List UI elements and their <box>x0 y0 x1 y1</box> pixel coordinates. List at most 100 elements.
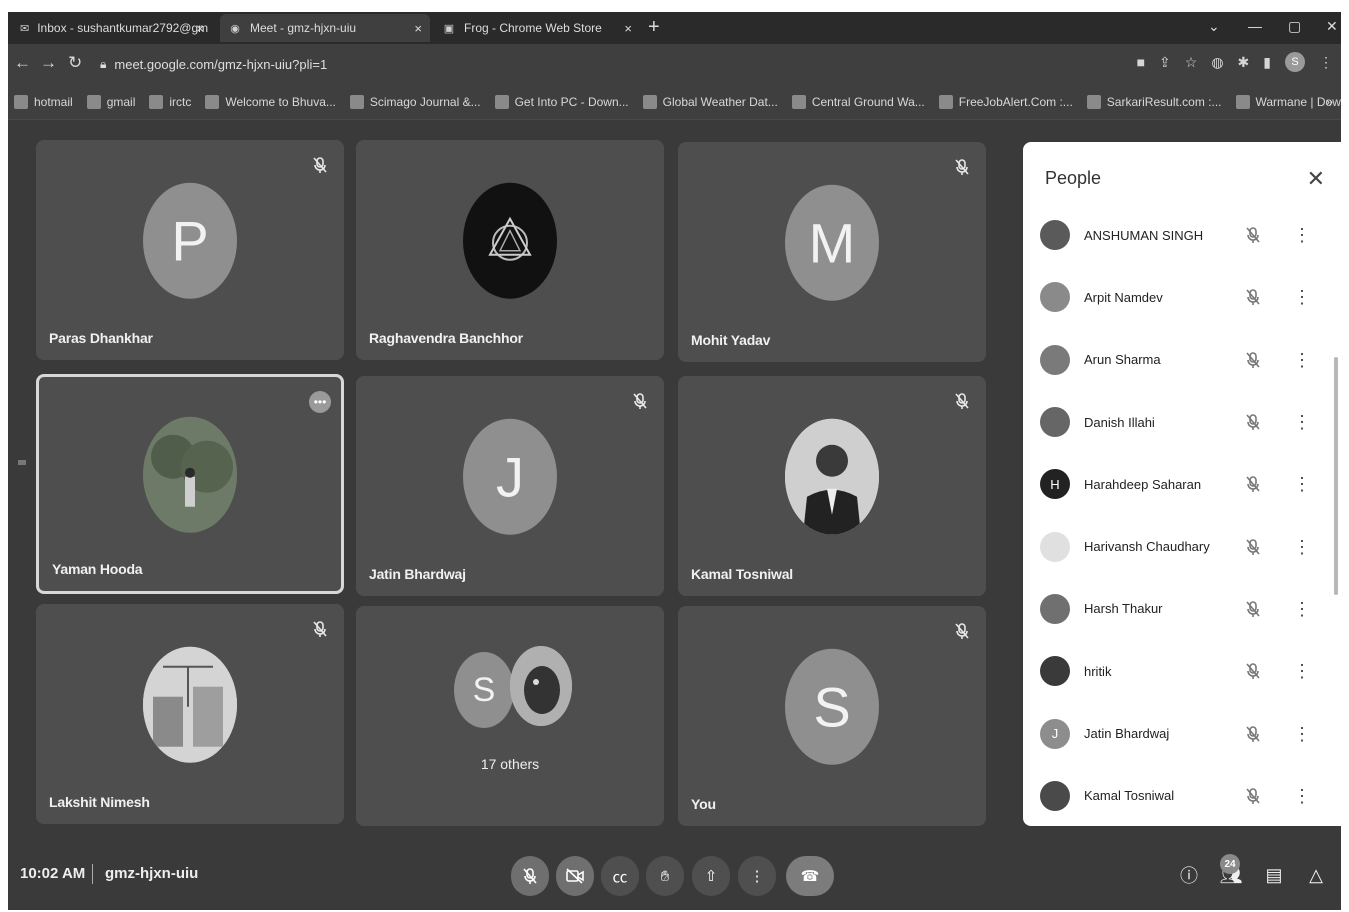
participant-tile[interactable]: J Jatin Bhardwaj <box>356 376 664 596</box>
activities-icon[interactable]: △ <box>1303 862 1329 888</box>
tab-close-icon[interactable]: × <box>624 21 632 36</box>
participant-row[interactable]: Arun Sharma ⋮ <box>1023 329 1341 391</box>
tab-title: Frog - Chrome Web Store <box>464 21 602 35</box>
self-tile[interactable]: S You <box>678 606 986 826</box>
bookmark-item[interactable]: gmail <box>86 94 135 109</box>
participant-tile[interactable]: Lakshit Nimesh <box>36 604 344 824</box>
side-panel-icon[interactable]: ▮ <box>1263 54 1271 71</box>
participant-row[interactable]: Harsh Thakur ⋮ <box>1023 578 1341 640</box>
others-tile[interactable]: S 17 others <box>356 606 664 826</box>
participant-row[interactable]: Arpit Namdev ⋮ <box>1023 266 1341 328</box>
more-options-icon[interactable]: ⋮ <box>1293 475 1311 493</box>
forward-icon[interactable]: → <box>40 53 57 73</box>
more-vert-icon: ⋮ <box>749 868 765 885</box>
end-call-icon: ☎︎ <box>800 868 820 885</box>
panel-scrollbar[interactable] <box>1334 357 1338 595</box>
more-options-icon[interactable]: ⋮ <box>1293 662 1311 680</box>
close-panel-icon[interactable]: ✕ <box>1307 166 1325 192</box>
avatar-photo <box>143 646 237 763</box>
person-photo-icon <box>785 418 879 535</box>
bookmark-icon <box>791 94 806 109</box>
mic-toggle-button[interactable] <box>511 856 549 896</box>
participant-name: Paras Dhankhar <box>49 330 153 346</box>
bookmark-star-icon[interactable]: ☆ <box>1185 54 1198 71</box>
tab-close-icon[interactable]: × <box>196 21 204 36</box>
more-options-icon[interactable]: ⋮ <box>1293 725 1311 743</box>
address-bar[interactable]: 🔒︎ meet.google.com/gmz-hjxn-uiu?pli=1 <box>100 51 1110 77</box>
present-screen-button[interactable]: ⇧ <box>692 856 730 896</box>
captions-button[interactable]: ㏄ <box>601 856 639 896</box>
tab-strip: ✉ Inbox - sushantkumar2792@gm × ◉ Meet -… <box>8 12 1341 44</box>
menu-kebab-icon[interactable]: ⋮ <box>1319 54 1333 71</box>
camera-permission-icon[interactable]: ■ <box>1137 54 1145 70</box>
bookmark-item[interactable]: FreeJobAlert.Com :... <box>938 94 1073 109</box>
participant-row[interactable]: Harivansh Chaudhary ⋮ <box>1023 515 1341 577</box>
participant-tile[interactable]: Kamal Tosniwal <box>678 376 986 596</box>
participant-tile[interactable]: P Paras Dhankhar <box>36 140 344 360</box>
share-icon[interactable]: ⇪ <box>1159 54 1171 71</box>
hand-icon: ✋︎ <box>660 867 670 885</box>
participant-row[interactable]: Kamal Tosniwal ⋮ <box>1023 765 1341 826</box>
more-options-icon[interactable]: ••• <box>309 391 331 413</box>
chat-icon[interactable]: ▤ <box>1261 862 1287 888</box>
participant-row[interactable]: ANSHUMAN SINGH ⋮ <box>1023 204 1341 266</box>
mic-off-icon <box>1246 227 1260 244</box>
side-handle[interactable] <box>18 460 26 465</box>
more-options-icon[interactable]: ⋮ <box>1293 600 1311 618</box>
bookmark-item[interactable]: irctc <box>149 94 191 109</box>
leave-call-button[interactable]: ☎︎ <box>786 856 834 896</box>
tab-meet[interactable]: ◉ Meet - gmz-hjxn-uiu × <box>220 14 430 42</box>
info-icon[interactable]: ⓘ <box>1176 862 1202 888</box>
maximize-icon[interactable]: ▢ <box>1288 18 1301 35</box>
extension-icon[interactable]: ◍ <box>1211 54 1223 71</box>
avatar <box>1040 344 1070 375</box>
participant-tile-pinned[interactable]: ••• Yaman Hooda <box>36 374 344 594</box>
bookmark-item[interactable]: Global Weather Dat... <box>642 94 778 109</box>
participant-row[interactable]: H Harahdeep Saharan ⋮ <box>1023 453 1341 515</box>
participant-name: Jatin Bhardwaj <box>369 566 466 582</box>
tab-close-icon[interactable]: × <box>414 21 422 36</box>
bookmark-icon <box>1086 94 1101 109</box>
more-options-icon[interactable]: ⋮ <box>1293 226 1311 244</box>
minimize-icon[interactable]: — <box>1248 18 1262 34</box>
more-options-icon[interactable]: ⋮ <box>1293 413 1311 431</box>
bookmark-item[interactable]: Welcome to Bhuva... <box>205 94 336 109</box>
more-options-button[interactable]: ⋮ <box>738 856 776 896</box>
avatar <box>1040 407 1070 438</box>
avatar: S <box>785 648 879 765</box>
mic-off-icon <box>1246 476 1260 493</box>
tab-inbox[interactable]: ✉ Inbox - sushantkumar2792@gm × <box>12 14 212 42</box>
participant-name: Jatin Bhardwaj <box>1084 726 1170 742</box>
close-window-icon[interactable]: ✕ <box>1326 18 1338 35</box>
bookmarks-bar: hotmail gmail irctc Welcome to Bhuva... … <box>8 84 1341 120</box>
participant-tile[interactable]: M Mohit Yadav <box>678 142 986 362</box>
camera-toggle-button[interactable] <box>556 856 594 896</box>
mic-off-icon <box>523 868 537 884</box>
participant-row[interactable]: Danish Illahi ⋮ <box>1023 391 1341 453</box>
extensions-puzzle-icon[interactable]: ✱ <box>1238 54 1250 71</box>
bookmark-item[interactable]: SarkariResult.com :... <box>1086 94 1222 109</box>
mic-off-icon <box>1246 601 1260 617</box>
more-options-icon[interactable]: ⋮ <box>1293 787 1311 805</box>
profile-avatar[interactable]: S <box>1285 52 1305 72</box>
bookmark-item[interactable]: Get Into PC - Down... <box>494 94 629 109</box>
bookmark-item[interactable]: Central Ground Wa... <box>791 94 925 109</box>
more-options-icon[interactable]: ⋮ <box>1293 351 1311 369</box>
bookmark-item[interactable]: hotmail <box>14 94 73 109</box>
mic-off-icon <box>1246 725 1260 742</box>
mic-off-icon <box>955 159 969 175</box>
raise-hand-button[interactable]: ✋︎ <box>646 856 684 896</box>
reload-icon[interactable]: ↻ <box>68 53 82 73</box>
back-icon[interactable]: ← <box>14 53 31 73</box>
participant-row[interactable]: hritik ⋮ <box>1023 640 1341 702</box>
participant-row[interactable]: J Jatin Bhardwaj ⋮ <box>1023 702 1341 764</box>
more-options-icon[interactable]: ⋮ <box>1293 288 1311 306</box>
bookmarks-overflow-button[interactable]: » <box>1326 94 1333 109</box>
participant-tile[interactable]: Raghavendra Banchhor <box>356 140 664 360</box>
new-tab-button[interactable]: + <box>648 16 660 39</box>
tab-search-icon[interactable]: ⌄ <box>1208 18 1220 35</box>
bookmark-item[interactable]: Scimago Journal &... <box>349 94 481 109</box>
others-count-label: 17 others <box>480 756 540 772</box>
tab-frog[interactable]: ▣ Frog - Chrome Web Store × <box>434 14 640 42</box>
more-options-icon[interactable]: ⋮ <box>1293 538 1311 556</box>
